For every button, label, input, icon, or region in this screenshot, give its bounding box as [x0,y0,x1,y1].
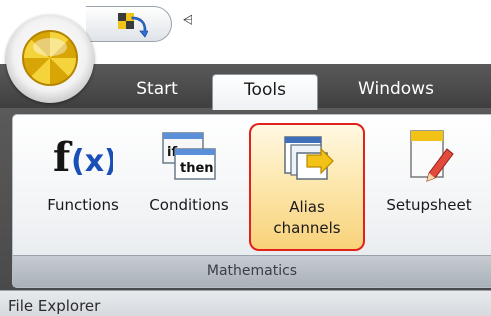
svg-text:f: f [53,134,73,181]
conditions-icon: if then [159,127,219,187]
alias-channels-button[interactable]: Alias channels [249,123,365,251]
functions-label: Functions [47,196,119,214]
setupsheet-button[interactable]: Setupsheet [369,115,489,257]
alias-channels-icon [277,129,337,189]
tab-start[interactable]: Start [118,74,196,108]
alias-channels-label: Alias channels [251,197,363,239]
application-button[interactable] [6,15,94,103]
setupsheet-icon [399,127,459,187]
alias-channels-label-line-1: Alias [289,198,325,216]
app-orb-icon [22,30,78,86]
tab-windows[interactable]: Windows [336,74,456,108]
run-icon [118,13,148,38]
conditions-button[interactable]: if then Conditions [133,115,245,257]
conditions-label: Conditions [149,196,229,214]
ribbon-group-caption: Mathematics [13,255,491,287]
customize-quick-access-button[interactable]: ⩤ [182,12,194,30]
tab-tools[interactable]: Tools [212,74,318,110]
functions-icon: f (x) [53,127,113,187]
run-button[interactable] [114,9,148,39]
file-explorer-panel: File Explorer [0,290,491,316]
functions-button[interactable]: f (x) Functions [27,115,139,257]
svg-text:(x): (x) [71,144,113,179]
svg-text:then: then [180,161,214,176]
alias-channels-label-line-2: channels [273,219,341,237]
file-explorer-title: File Explorer [8,297,101,315]
setupsheet-label: Setupsheet [386,196,472,214]
ribbon: f (x) Functions if then Conditions [0,108,491,290]
ribbon-group-mathematics: f (x) Functions if then Conditions [12,114,491,288]
title-bar: ⩤ [0,0,491,103]
